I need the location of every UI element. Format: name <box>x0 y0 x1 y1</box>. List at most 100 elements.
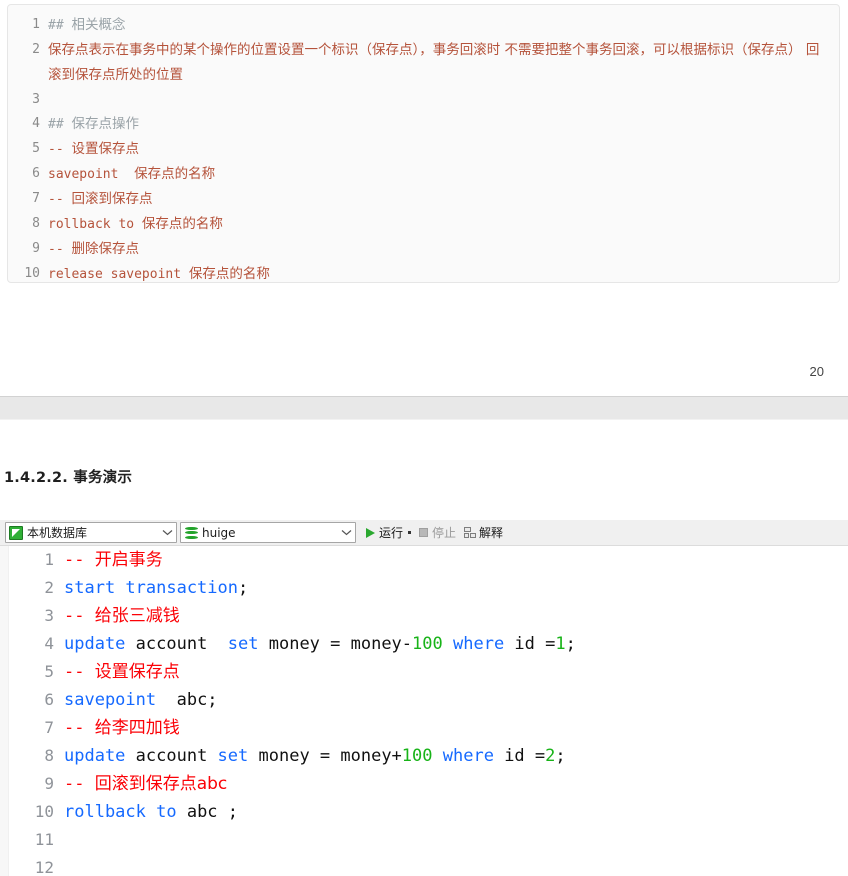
sql-segment: -- <box>64 718 95 738</box>
sql-segment: set <box>217 746 249 766</box>
markdown-segment: 相关概念 <box>71 17 126 33</box>
markdown-segment: -- <box>48 242 72 257</box>
sql-line-content: -- 给张三减钱 <box>64 602 180 630</box>
markdown-line: 2 保存点表示在事务中的某个操作的位置设置一个标识（保存点），事务回滚时 不需要把… <box>8 38 839 88</box>
sql-segment: -- <box>64 662 95 682</box>
markdown-line-number: 1 <box>32 17 40 32</box>
sql-segment: 1 <box>555 634 566 654</box>
explain-icon <box>464 527 477 538</box>
markdown-segment: 回滚到保存点 <box>71 191 153 207</box>
sql-line-number: 2 <box>44 578 54 597</box>
markdown-line-content: ## 相关概念 <box>48 13 839 38</box>
markdown-line-number: 8 <box>32 216 40 231</box>
sql-tool-window: 本机数据库 huige 运行 停止 解释 1-- 开启事务 2 start tr… <box>0 520 848 876</box>
run-button[interactable]: 运行 <box>362 522 415 544</box>
markdown-segment: ## <box>48 117 72 132</box>
stop-button[interactable]: 停止 <box>415 522 460 544</box>
sql-line: 9 -- 回滚到保存点abc <box>0 770 848 798</box>
sql-line-content: -- 开启事务 <box>64 546 163 574</box>
markdown-line-number: 3 <box>32 92 40 107</box>
sql-segment: id = <box>504 634 556 654</box>
sql-line: 10 rollback to abc ; <box>0 798 848 826</box>
sql-segment: money = money- <box>258 634 413 654</box>
sql-line-number: 5 <box>44 662 54 681</box>
sql-editor-lines: 1 -- 开启事务 2 start transaction; 3 -- 给张三减钱 4 upd… <box>0 546 848 876</box>
sql-line-content <box>64 854 74 876</box>
explain-button[interactable]: 解释 <box>460 522 507 544</box>
markdown-segment: -- <box>48 142 72 157</box>
markdown-segment: ## <box>48 18 72 33</box>
sql-line-content: -- 回滚到保存点abc <box>64 770 227 798</box>
sql-segment: 给李四加钱 <box>94 718 180 738</box>
markdown-line-content: 保存点表示在事务中的某个操作的位置设置一个标识（保存点），事务回滚时 不需要把整… <box>48 38 839 88</box>
markdown-lines: 1 ## 相关概念 2 保存点表示在事务中的某个操作的位置设置一个标识（保存点），事务… <box>8 5 839 282</box>
sql-segment: abc; <box>156 690 218 710</box>
database-icon <box>185 526 198 540</box>
sql-segment: start transaction <box>64 578 238 598</box>
sql-line-number: 11 <box>34 830 54 849</box>
sql-line-number: 10 <box>34 802 54 821</box>
markdown-line: 8 rollback to 保存点的名称 <box>8 212 839 237</box>
sql-line-number: 9 <box>44 774 54 793</box>
markdown-segment: savepoint <box>48 167 135 182</box>
markdown-line-number: 9 <box>32 241 40 256</box>
chevron-down-icon <box>338 529 355 536</box>
sql-segment: account <box>125 634 228 654</box>
markdown-line: 10 release savepoint 保存点的名称 <box>8 262 839 282</box>
markdown-segment: 设置保存点 <box>71 141 139 157</box>
sql-line: 11 <box>0 826 848 854</box>
slide-separator <box>0 396 848 420</box>
markdown-line: 1 ## 相关概念 <box>8 13 839 38</box>
explain-button-label: 解释 <box>479 526 504 540</box>
sql-line: 2 start transaction; <box>0 574 848 602</box>
sql-segment: set <box>227 634 259 654</box>
markdown-line-content: rollback to 保存点的名称 <box>48 212 839 237</box>
stop-icon <box>419 528 429 537</box>
markdown-line-number: 4 <box>32 116 40 131</box>
sql-line-content: rollback to abc ; <box>64 798 238 826</box>
sql-line: 5 -- 设置保存点 <box>0 658 848 686</box>
markdown-segment: 保存点的名称 <box>188 266 270 282</box>
sql-segment: 开启事务 <box>94 550 163 570</box>
sql-line-content: savepoint abc; <box>64 686 218 714</box>
sql-segment <box>433 746 443 766</box>
connection-select[interactable]: 本机数据库 <box>5 522 177 543</box>
sql-segment: ; <box>238 578 249 598</box>
sql-segment: 2 <box>545 746 556 766</box>
sql-segment: where <box>442 746 494 766</box>
page-title: 1.4.2.2. 事务演示 <box>4 470 133 486</box>
sql-segment: money = money+ <box>248 746 402 766</box>
markdown-segment: 删除保存点 <box>71 241 139 257</box>
sql-line: 8 update account set money = money+100 wh… <box>0 742 848 770</box>
markdown-segment: 保存点的名称 <box>134 166 216 182</box>
sql-segment: ; <box>555 746 566 766</box>
sql-line-number: 3 <box>44 606 54 625</box>
sql-segment: account <box>125 746 218 766</box>
markdown-line-content: -- 删除保存点 <box>48 237 839 262</box>
markdown-segment: 保存点表示在事务中的某个操作的位置设置一个标识（保存点），事务回滚时 不需要把整… <box>48 42 820 83</box>
chevron-down-icon <box>159 529 176 536</box>
page-number: 20 <box>809 364 824 379</box>
sql-segment: id = <box>493 746 546 766</box>
sql-segment: where <box>453 634 505 654</box>
markdown-line-number: 5 <box>32 141 40 156</box>
markdown-line: 4 ## 保存点操作 <box>8 112 839 137</box>
sql-line-content <box>64 826 74 854</box>
markdown-line-content: release savepoint 保存点的名称 <box>48 262 839 282</box>
schema-select[interactable]: huige <box>180 522 356 543</box>
sql-line: 1 -- 开启事务 <box>0 546 848 574</box>
markdown-line: 5 -- 设置保存点 <box>8 137 839 162</box>
connection-select-value: 本机数据库 <box>27 526 88 540</box>
sql-segment: 100 <box>401 746 433 766</box>
sql-editor[interactable]: 1 -- 开启事务 2 start transaction; 3 -- 给张三减钱 4 upd… <box>0 546 848 876</box>
sql-line: 12 <box>0 854 848 876</box>
sql-segment: update <box>64 746 126 766</box>
run-dropdown-icon[interactable] <box>408 531 412 534</box>
sql-segment: -- <box>64 774 95 794</box>
sql-segment: 100 <box>412 634 443 654</box>
markdown-segment: rollback to <box>48 217 142 232</box>
markdown-segment: 保存点的名称 <box>141 216 223 232</box>
markdown-line-number: 2 <box>32 42 40 57</box>
sql-line-content: start transaction; <box>64 574 248 602</box>
markdown-segment: -- <box>48 192 72 207</box>
